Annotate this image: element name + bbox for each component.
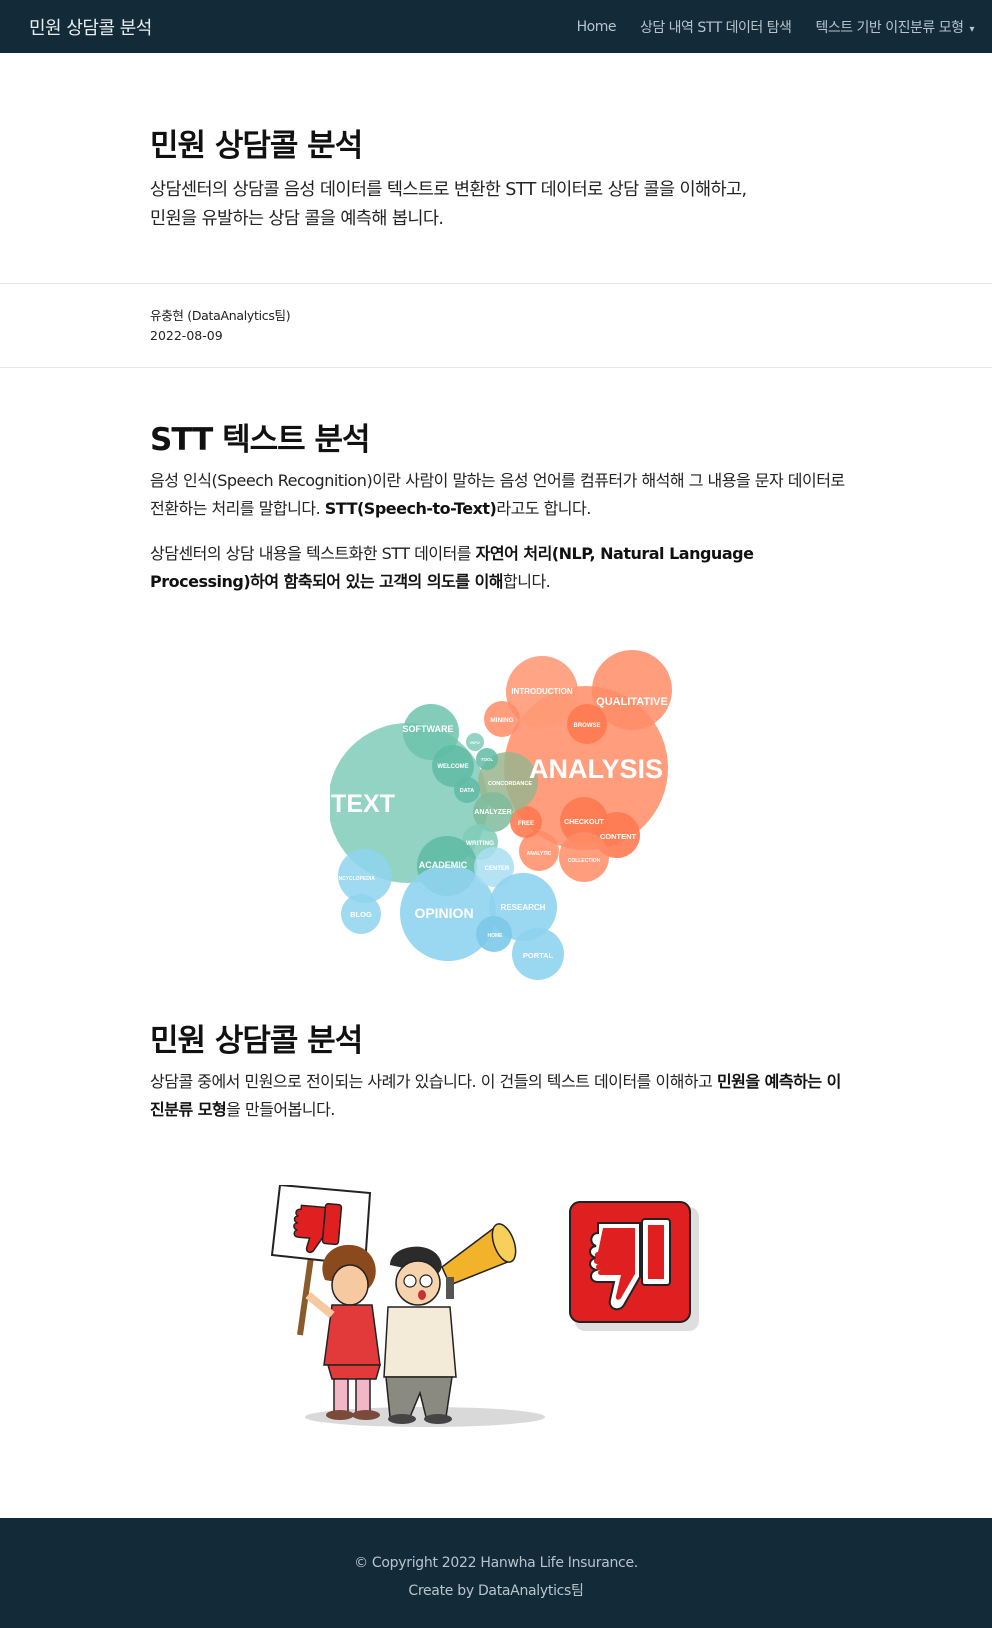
section-title-complaint: 민원 상담콜 분석 <box>150 1023 363 1059</box>
section-title-stt: STT 텍스트 분석 <box>150 422 371 458</box>
megaphone-icon <box>441 1223 517 1299</box>
stt-p1-bold: STT(Speech-to-Text) <box>324 499 497 518</box>
top-navbar: 민원 상담콜 분석 Home 상담 내역 STT 데이터 탐색 텍스트 기반 이… <box>0 0 992 53</box>
word-home: HOME <box>488 933 504 939</box>
word-data: DATA <box>460 788 474 794</box>
word-qualitative: QUALITATIVE <box>596 696 668 708</box>
footer-credit: Create by DataAnalytics팀 <box>408 1583 584 1599</box>
word-content: CONTENT <box>600 832 637 841</box>
stt-p2-text: 상담센터의 상담 내용을 텍스트화한 STT 데이터를 <box>150 544 476 563</box>
footer-copyright: © Copyright 2022 Hanwha Life Insurance. <box>354 1555 638 1571</box>
word-concordance: CONCORDANCE <box>488 781 532 787</box>
word-welcome: WELCOME <box>437 764 468 770</box>
text-analysis-bubble-image: ANALYSIS TEXT OPINION QUALITATIVE INTROD… <box>330 650 672 980</box>
page-subtitle: 상담센터의 상담콜 음성 데이터를 텍스트로 변환한 STT 데이터로 상담 콜… <box>150 176 850 234</box>
word-center: CENTER <box>485 866 510 872</box>
nav-link-stt-explore[interactable]: 상담 내역 STT 데이터 탐색 <box>640 17 792 37</box>
word-opinion: OPINION <box>414 905 473 921</box>
word-analyzer: ANALYZER <box>474 809 511 816</box>
word-software: SOFTWARE <box>403 724 454 734</box>
nav-link-binary-model-label: 텍스트 기반 이진분류 모형 <box>815 20 964 36</box>
nav-link-home[interactable]: Home <box>577 19 617 35</box>
stt-paragraph-2: 상담센터의 상담 내용을 텍스트화한 STT 데이터를 자연어 처리(NLP, … <box>150 540 850 596</box>
word-writing: WRITING <box>466 840 494 847</box>
stt-p2-tail: 합니다. <box>503 572 551 591</box>
page-footer: © Copyright 2022 Hanwha Life Insurance. … <box>0 1518 992 1628</box>
word-blog: BLOG <box>350 910 372 919</box>
chevron-down-icon: ▾ <box>969 24 974 35</box>
navbar-brand[interactable]: 민원 상담콜 분석 <box>29 14 152 40</box>
word-encyclopedia: ENCYCLOPEDIA <box>335 876 375 882</box>
author: 유충현 (DataAnalytics팀) <box>150 308 291 323</box>
nav-links: Home 상담 내역 STT 데이터 탐색 텍스트 기반 이진분류 모형 ▾ <box>553 17 975 37</box>
publish-date: 2022-08-09 <box>150 328 223 343</box>
word-introduction: INTRODUCTION <box>511 687 573 696</box>
stt-paragraph-1: 음성 인식(Speech Recognition)이란 사람이 말하는 음성 언… <box>150 467 850 523</box>
complaint-p1-text: 상담콜 중에서 민원으로 전이되는 사례가 있습니다. 이 건들의 텍스트 데이… <box>150 1072 717 1091</box>
word-checkout: CHECKOUT <box>564 819 604 826</box>
nav-link-binary-model[interactable]: 텍스트 기반 이진분류 모형 ▾ <box>815 17 974 37</box>
page-title: 민원 상담콜 분석 <box>150 128 363 164</box>
complaint-illustration <box>270 1185 699 1427</box>
word-collection: COLLECTION <box>568 858 601 864</box>
word-analytic: ANALYTIC <box>527 851 552 857</box>
complaint-paragraph: 상담콜 중에서 민원으로 전이되는 사례가 있습니다. 이 건들의 텍스트 데이… <box>150 1068 850 1124</box>
word-analysis: ANALYSIS <box>529 754 663 784</box>
divider-top <box>0 283 992 284</box>
word-free: FREE <box>518 821 534 827</box>
word-academic: ACADEMIC <box>419 860 468 870</box>
word-tool: TOOL <box>481 757 494 762</box>
protester-woman <box>305 1244 381 1420</box>
word-mining: MINING <box>490 717 513 724</box>
word-browse: BROWSE <box>574 723 601 729</box>
word-research: RESEARCH <box>501 903 546 912</box>
complaint-p1-tail: 을 만들어봅니다. <box>226 1100 335 1119</box>
word-text: TEXT <box>331 790 395 818</box>
divider-bottom <box>0 367 992 368</box>
page-subtitle-line1: 상담센터의 상담콜 음성 데이터를 텍스트로 변환한 STT 데이터로 상담 콜… <box>150 180 747 200</box>
page-subtitle-line2: 민원을 유발하는 상담 콜을 예측해 봅니다. <box>150 209 444 229</box>
stt-p1-tail: 라고도 합니다. <box>496 499 591 518</box>
thumbs-down-icon <box>569 1201 699 1331</box>
word-info: INFO <box>470 740 480 745</box>
word-portal: PORTAL <box>523 951 554 960</box>
